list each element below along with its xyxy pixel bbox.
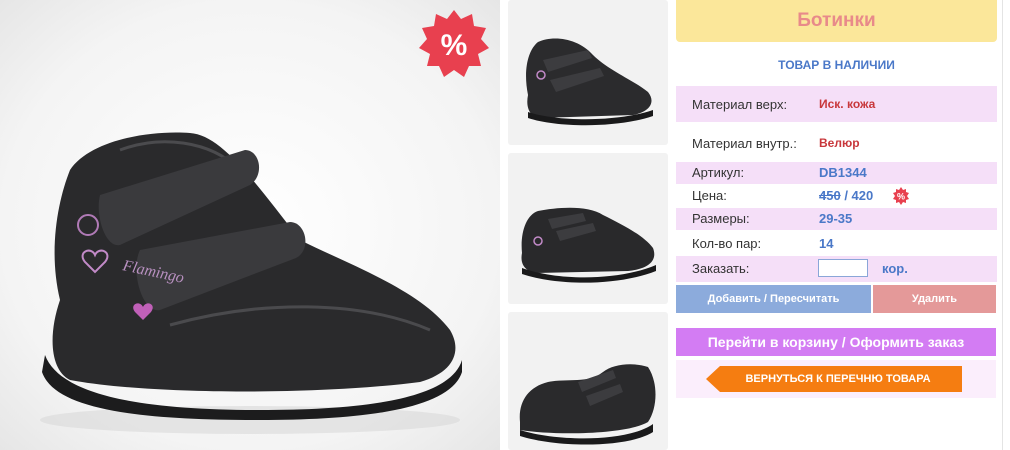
spec-value: 29-35 bbox=[819, 211, 853, 226]
spec-value: DB1344 bbox=[819, 165, 867, 180]
thumbnail-3[interactable] bbox=[508, 312, 668, 450]
price-separator: / bbox=[840, 188, 852, 203]
spec-label: Материал верх: bbox=[692, 97, 788, 112]
spec-row-order: Заказать: кор. bbox=[676, 256, 997, 282]
order-unit: кор. bbox=[882, 261, 908, 276]
thumbnail-2[interactable] bbox=[508, 153, 668, 304]
spec-row-material-top: Материал верх: Иск. кожа bbox=[676, 86, 997, 122]
price-new: 420 bbox=[851, 188, 874, 203]
spec-value: 14 bbox=[819, 236, 834, 251]
back-strip: ВЕРНУТЬСЯ К ПЕРЕЧНЮ ТОВАРА bbox=[676, 360, 996, 398]
spec-label: Артикул: bbox=[692, 165, 745, 180]
back-button-label: ВЕРНУТЬСЯ К ПЕРЕЧНЮ ТОВАРА bbox=[745, 373, 931, 385]
spec-value: Иск. кожа bbox=[819, 97, 876, 111]
delete-button[interactable]: Удалить bbox=[873, 285, 996, 313]
spec-label: Материал внутр.: bbox=[692, 136, 797, 151]
add-recalculate-button[interactable]: Добавить / Пересчитать bbox=[676, 285, 871, 313]
product-title: Ботинки bbox=[676, 0, 997, 42]
boot-thumbnail-image bbox=[519, 364, 656, 445]
stock-status: ТОВАР В НАЛИЧИИ bbox=[778, 58, 895, 72]
back-to-list-button[interactable]: ВЕРНУТЬСЯ К ПЕРЕЧНЮ ТОВАРА bbox=[706, 366, 962, 392]
percent-burst-icon: % bbox=[419, 10, 489, 77]
boot-thumbnail-image bbox=[526, 38, 653, 126]
go-to-cart-button[interactable]: Перейти в корзину / Оформить заказ bbox=[676, 328, 996, 356]
spec-row-sizes: Размеры: 29-35 bbox=[676, 208, 997, 230]
sale-badge-text: % bbox=[441, 29, 468, 62]
spec-label: Кол-во пар: bbox=[692, 236, 762, 251]
spec-label: Цена: bbox=[692, 188, 727, 203]
spec-value: Велюр bbox=[819, 136, 860, 150]
spec-label: Заказать: bbox=[692, 261, 750, 276]
spec-label: Размеры: bbox=[692, 211, 750, 226]
order-quantity-input[interactable] bbox=[818, 259, 868, 277]
spec-row-material-inner: Материал внутр.: Велюр bbox=[676, 124, 997, 160]
spec-row-article: Артикул: DB1344 bbox=[676, 162, 997, 184]
spec-row-pairs: Кол-во пар: 14 bbox=[676, 233, 997, 255]
mini-badge-text: % bbox=[897, 192, 905, 202]
divider bbox=[1002, 0, 1003, 450]
main-product-photo[interactable]: Flamingo % bbox=[0, 0, 500, 450]
sale-badge: % bbox=[418, 8, 490, 80]
boot-thumbnail-image bbox=[521, 207, 656, 283]
thumbnail-1[interactable] bbox=[508, 0, 668, 145]
price-old: 450 bbox=[819, 188, 841, 203]
spec-row-price: Цена: 450 / 420 % bbox=[676, 185, 997, 207]
price-value: 450 / 420 bbox=[819, 188, 873, 203]
percent-burst-icon: % bbox=[893, 187, 909, 205]
